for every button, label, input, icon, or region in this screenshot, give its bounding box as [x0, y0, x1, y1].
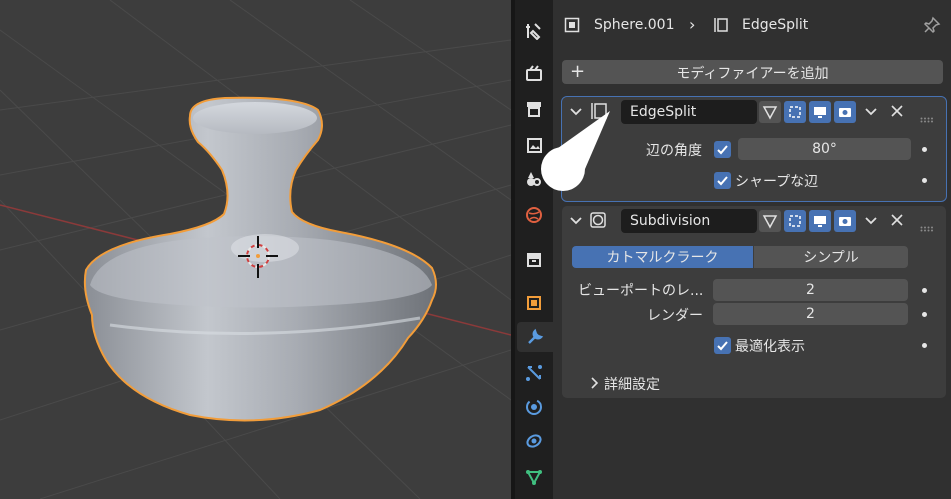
drag-handle-icon[interactable] [920, 108, 934, 123]
properties-editor: Sphere.001 › EdgeSplit + モディファイアーを追加 Edg… [553, 0, 951, 499]
render-camera-icon[interactable] [834, 101, 856, 123]
constraints-icon[interactable] [519, 426, 549, 456]
on-cage-icon[interactable] [784, 210, 806, 232]
render-levels-label: レンダー [647, 308, 703, 324]
add-modifier-button[interactable]: + モディファイアーを追加 [562, 60, 943, 84]
viewport-display-icon[interactable] [809, 210, 831, 232]
world-icon[interactable] [519, 200, 549, 230]
pin-icon[interactable] [923, 16, 941, 34]
keyframe-dot[interactable] [922, 178, 927, 183]
keyframe-dot[interactable] [922, 343, 927, 348]
viewport-scene [0, 0, 511, 499]
tool-icon[interactable] [519, 16, 549, 46]
object-icon[interactable] [519, 288, 549, 318]
collection-icon[interactable] [519, 244, 549, 274]
edgesplit-modifier-panel: EdgeSplit 辺の角度 80° シャープな辺 [561, 96, 947, 202]
close-icon[interactable] [889, 212, 905, 228]
data-icon[interactable] [519, 462, 549, 492]
object-name: Sphere.001 [594, 17, 675, 33]
properties-header: Sphere.001 › EdgeSplit [553, 0, 951, 52]
keyframe-dot[interactable] [922, 288, 927, 293]
edit-mode-icon[interactable] [759, 101, 781, 123]
keyframe-dot[interactable] [922, 147, 927, 152]
edit-mode-icon[interactable] [759, 210, 781, 232]
breadcrumb-chevron-icon: › [689, 15, 696, 34]
modifier-name-field[interactable]: EdgeSplit [621, 100, 757, 124]
keyframe-dot[interactable] [922, 312, 927, 317]
properties-tabs [515, 0, 553, 499]
modifier-name-field[interactable]: Subdivision [621, 209, 757, 233]
viewport-levels-field[interactable]: 2 [713, 279, 908, 301]
physics-icon[interactable] [519, 392, 549, 422]
modifier-breadcrumb-icon [712, 17, 728, 33]
modifier-breadcrumb-name: EdgeSplit [742, 17, 809, 33]
advanced-section-label[interactable]: 詳細設定 [604, 374, 660, 394]
dropdown-chevron-icon[interactable] [863, 212, 879, 228]
drag-handle-icon[interactable] [920, 217, 934, 232]
render-levels-field[interactable]: 2 [713, 303, 908, 325]
edge-angle-label: 辺の角度 [646, 143, 702, 159]
tab-simple[interactable]: シンプル [754, 246, 908, 268]
sharp-edges-checkbox[interactable] [714, 172, 731, 189]
3d-viewport[interactable] [0, 0, 511, 499]
collapse-chevron-icon[interactable] [568, 212, 584, 228]
tab-catmull-clark[interactable]: カトマルクラーク [572, 246, 753, 268]
on-cage-icon[interactable] [784, 101, 806, 123]
edge-angle-checkbox[interactable] [714, 141, 731, 158]
optimal-display-checkbox[interactable] [714, 337, 731, 354]
subdivision-modifier-panel: Subdivision カトマルクラーク シンプル ビューポートのレ... 2 … [562, 206, 946, 398]
modifier-icon[interactable] [517, 322, 553, 352]
dropdown-chevron-icon[interactable] [863, 103, 879, 119]
particles-icon[interactable] [519, 358, 549, 388]
render-icon[interactable] [519, 58, 549, 88]
render-camera-icon[interactable] [834, 210, 856, 232]
subdivision-icon [588, 210, 608, 230]
viewport-display-icon[interactable] [809, 101, 831, 123]
advanced-chevron-icon[interactable] [588, 375, 600, 389]
sharp-edges-label: シャープな辺 [735, 174, 819, 190]
viewport-levels-label: ビューポートのレ... [578, 283, 704, 299]
edge-angle-field[interactable]: 80° [738, 138, 911, 160]
mesh-object-icon [564, 17, 580, 33]
close-icon[interactable] [889, 103, 905, 119]
optimal-display-label: 最適化表示 [735, 339, 805, 355]
add-modifier-label: モディファイアーを追加 [676, 66, 829, 82]
callout-bubble [541, 111, 610, 191]
